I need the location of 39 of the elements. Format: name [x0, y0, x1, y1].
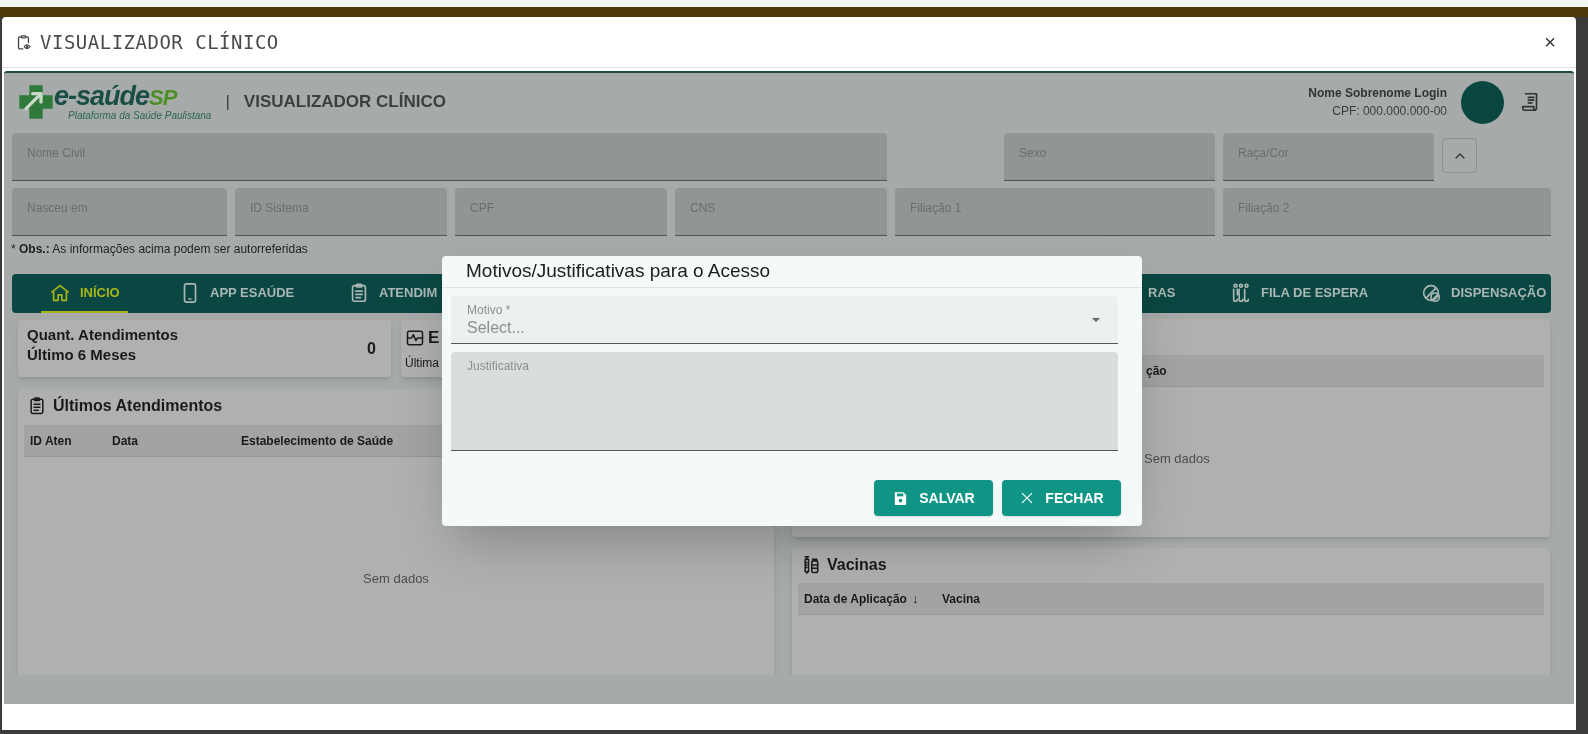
- text-area-field[interactable]: Justificativa: [451, 352, 1118, 451]
- people-icon: [1230, 281, 1252, 304]
- cross-logo-icon: [16, 82, 56, 122]
- empty-message: Sem dados: [1144, 450, 1211, 468]
- tab[interactable]: DISPENSAÇÃO: [1420, 274, 1547, 313]
- tab[interactable]: INÍCIO: [41, 274, 128, 313]
- close-button[interactable]: FECHAR: [1002, 480, 1121, 516]
- save-button[interactable]: SALVAR: [874, 480, 993, 516]
- tab[interactable]: ATENDIM: [348, 274, 438, 313]
- logo-wordmark: e-saúdeSP: [54, 83, 178, 110]
- dialog-title: Motivos/Justificativas para o Acesso: [442, 256, 1142, 288]
- column-header[interactable]: Data de Aplicação ↓: [804, 588, 942, 609]
- user-cpf: CPF: 000.000.000-00: [1332, 103, 1447, 120]
- observation-note: *Obs.: As informações acima podem ser autorreferidas: [11, 241, 309, 257]
- tab[interactable]: FILA DE ESPERA: [1230, 274, 1369, 313]
- vaccine-icon: [801, 555, 821, 575]
- close-button[interactable]: ×: [1544, 32, 1556, 52]
- page-title: VISUALIZADOR CLÍNICO: [243, 91, 446, 114]
- empty-message: Sem dados: [362, 570, 430, 588]
- user-name: Nome Sobrenome Login: [1308, 85, 1447, 102]
- tab[interactable]: APP ESAÚDE: [179, 274, 295, 313]
- column-header[interactable]: Data: [112, 431, 241, 450]
- window-title: VISUALIZADOR CLÍNICO: [40, 29, 279, 55]
- column-header[interactable]: Vacina: [942, 589, 1062, 608]
- separator: |: [225, 91, 230, 114]
- tab[interactable]: RAS: [1148, 274, 1176, 313]
- card-title: E: [428, 327, 440, 349]
- card-value: 0: [367, 338, 376, 359]
- card-title: Últimos Atendimentos: [53, 395, 223, 416]
- column-header[interactable]: ID Aten: [24, 431, 112, 450]
- clipboard-eye-icon: [15, 33, 32, 51]
- card-subtitle: Última: [405, 354, 440, 372]
- card-title: Vacinas: [827, 555, 887, 575]
- select-field[interactable]: Motivo * Select...: [451, 296, 1118, 344]
- card-title: Quant. Atendimentos Último 6 Meses: [27, 325, 179, 365]
- column-header[interactable]: ção: [1146, 361, 1167, 380]
- clipboard-icon: [27, 396, 47, 416]
- logo-tagline: Plataforma da Saúde Paulistana: [68, 111, 212, 121]
- avatar[interactable]: [1461, 80, 1504, 124]
